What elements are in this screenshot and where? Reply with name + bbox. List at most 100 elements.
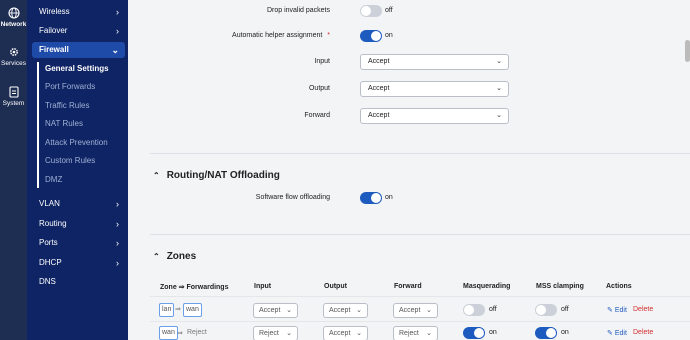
- helper-assignment-text: Automatic helper assignment: [232, 32, 323, 39]
- output-policy-select[interactable]: Accept ⌄: [360, 81, 509, 97]
- mss-clamping-state: off: [561, 306, 569, 313]
- zone-input-select[interactable]: Reject ⌄: [253, 326, 298, 340]
- zones-section-header[interactable]: ⌃ Zones: [153, 251, 196, 262]
- rail-network[interactable]: Network: [0, 7, 27, 28]
- output-label: Output: [308, 85, 330, 92]
- zone-output-value: Accept: [329, 330, 351, 337]
- sidebar-nav: Wireless › Failover › Firewall ⌄ General…: [27, 0, 128, 340]
- masquerading-toggle[interactable]: [463, 327, 485, 339]
- drop-invalid-state: off: [385, 7, 393, 14]
- chevron-right-icon: ›: [116, 219, 119, 229]
- pencil-icon: ✎: [607, 307, 613, 314]
- col-header-masquerading: Masquerading: [463, 283, 511, 290]
- helper-assignment-toggle[interactable]: [360, 30, 382, 42]
- table-divider: [150, 321, 690, 322]
- chevron-up-icon: ⌃: [153, 171, 160, 180]
- mss-clamping-toggle[interactable]: [535, 304, 557, 316]
- zone-input-value: Reject: [259, 330, 279, 337]
- sub-item-custom-rules[interactable]: Custom Rules: [45, 154, 95, 168]
- edit-label: Edit: [614, 330, 627, 337]
- drop-invalid-toggle[interactable]: [360, 5, 382, 17]
- delete-button[interactable]: Delete: [633, 306, 653, 313]
- chevron-down-icon: ⌄: [496, 85, 502, 92]
- sub-item-traffic-rules[interactable]: Traffic Rules: [45, 99, 89, 113]
- masquerading-state: off: [489, 306, 497, 313]
- flow-offloading-toggle[interactable]: [360, 192, 382, 204]
- chevron-down-icon: ⌄: [356, 307, 362, 314]
- zone-input-select[interactable]: Accept ⌄: [253, 303, 298, 318]
- chevron-right-icon: ›: [116, 7, 119, 17]
- flow-offloading-label: Software flow offloading: [255, 194, 330, 201]
- nav-item-dns[interactable]: DNS: [39, 274, 125, 290]
- nav-item-label: Routing: [39, 219, 67, 228]
- input-policy-select[interactable]: Accept ⌄: [360, 54, 509, 70]
- delete-button[interactable]: Delete: [633, 329, 653, 336]
- chevron-down-icon: ⌄: [111, 45, 119, 55]
- chevron-down-icon: ⌄: [426, 330, 432, 337]
- submenu-active-bar: [37, 62, 39, 188]
- mss-clamping-toggle[interactable]: [535, 327, 557, 339]
- col-header-input: Input: [254, 283, 272, 290]
- required-marker: *: [327, 32, 330, 39]
- globe-icon: [7, 7, 20, 19]
- nav-item-failover[interactable]: Failover ›: [39, 23, 125, 39]
- chevron-down-icon: ⌄: [356, 330, 362, 337]
- chevron-right-icon: ›: [116, 199, 119, 209]
- edit-label: Edit: [614, 307, 627, 314]
- zones-title: Zones: [166, 251, 197, 262]
- chevron-down-icon: ⌄: [496, 58, 502, 65]
- nav-item-label: Wireless: [39, 7, 70, 16]
- sub-item-dmz[interactable]: DMZ: [45, 173, 62, 187]
- rail-network-label: Network: [0, 21, 27, 28]
- rail-system[interactable]: System: [0, 86, 27, 107]
- chevron-right-icon: ›: [116, 26, 119, 36]
- forward-arrow: ⇒: [177, 330, 183, 337]
- nav-item-label: DNS: [39, 277, 56, 286]
- forward-target-text: Reject: [187, 329, 207, 336]
- chevron-down-icon: ⌄: [496, 112, 502, 119]
- chevron-right-icon: ›: [116, 238, 119, 248]
- nav-item-vlan[interactable]: VLAN ›: [39, 196, 125, 212]
- nav-item-label: DHCP: [39, 258, 62, 267]
- pencil-icon: ✎: [607, 330, 613, 337]
- nav-item-label: VLAN: [39, 199, 60, 208]
- scrollbar-thumb[interactable]: [685, 40, 690, 62]
- offloading-section-header[interactable]: ⌃ Routing/NAT Offloading: [153, 170, 280, 181]
- nav-item-dhcp[interactable]: DHCP ›: [39, 255, 125, 271]
- forward-label: Forward: [304, 112, 330, 119]
- edit-button[interactable]: ✎ Edit: [607, 306, 627, 314]
- zone-forward-value: Accept: [399, 307, 421, 314]
- zone-output-value: Accept: [329, 307, 351, 314]
- chevron-down-icon: ⌄: [286, 330, 292, 337]
- masquerading-toggle[interactable]: [463, 304, 485, 316]
- nav-item-wireless[interactable]: Wireless ›: [39, 4, 125, 20]
- nav-item-routing[interactable]: Routing ›: [39, 216, 125, 232]
- zone-output-select[interactable]: Accept ⌄: [323, 326, 368, 340]
- sub-item-port-forwards[interactable]: Port Forwards: [45, 80, 95, 94]
- zone-output-select[interactable]: Accept ⌄: [323, 303, 368, 318]
- col-header-actions: Actions: [606, 283, 632, 290]
- zone-input-value: Accept: [259, 307, 281, 314]
- mss-clamping-state: on: [561, 329, 569, 336]
- zone-forward-select[interactable]: Reject ⌄: [393, 326, 438, 340]
- sub-item-nat-rules[interactable]: NAT Rules: [45, 117, 83, 131]
- col-header-forward: Forward: [394, 283, 422, 290]
- gear-icon: [9, 48, 18, 56]
- nav-item-ports[interactable]: Ports ›: [39, 235, 125, 251]
- zone-forward-select[interactable]: Accept ⌄: [393, 303, 438, 318]
- main-content: Drop invalid packets off Automatic helpe…: [128, 0, 690, 340]
- edit-button[interactable]: ✎ Edit: [607, 329, 627, 337]
- offloading-title: Routing/NAT Offloading: [166, 170, 280, 181]
- table-divider: [150, 296, 690, 297]
- rail-services-label: Services: [1, 60, 26, 67]
- col-header-mss-clamping: MSS clamping: [536, 283, 584, 290]
- nav-item-firewall[interactable]: Firewall ⌄: [32, 42, 125, 58]
- sub-item-attack-prevention[interactable]: Attack Prevention: [45, 136, 108, 150]
- sub-item-general-settings[interactable]: General Settings: [45, 62, 109, 76]
- forward-policy-select[interactable]: Accept ⌄: [360, 108, 509, 124]
- nav-item-label: Ports: [39, 238, 58, 247]
- rail-services[interactable]: Services: [0, 46, 27, 67]
- masquerading-state: on: [489, 329, 497, 336]
- system-icon: [8, 86, 19, 98]
- zone-badge: lan: [159, 303, 175, 317]
